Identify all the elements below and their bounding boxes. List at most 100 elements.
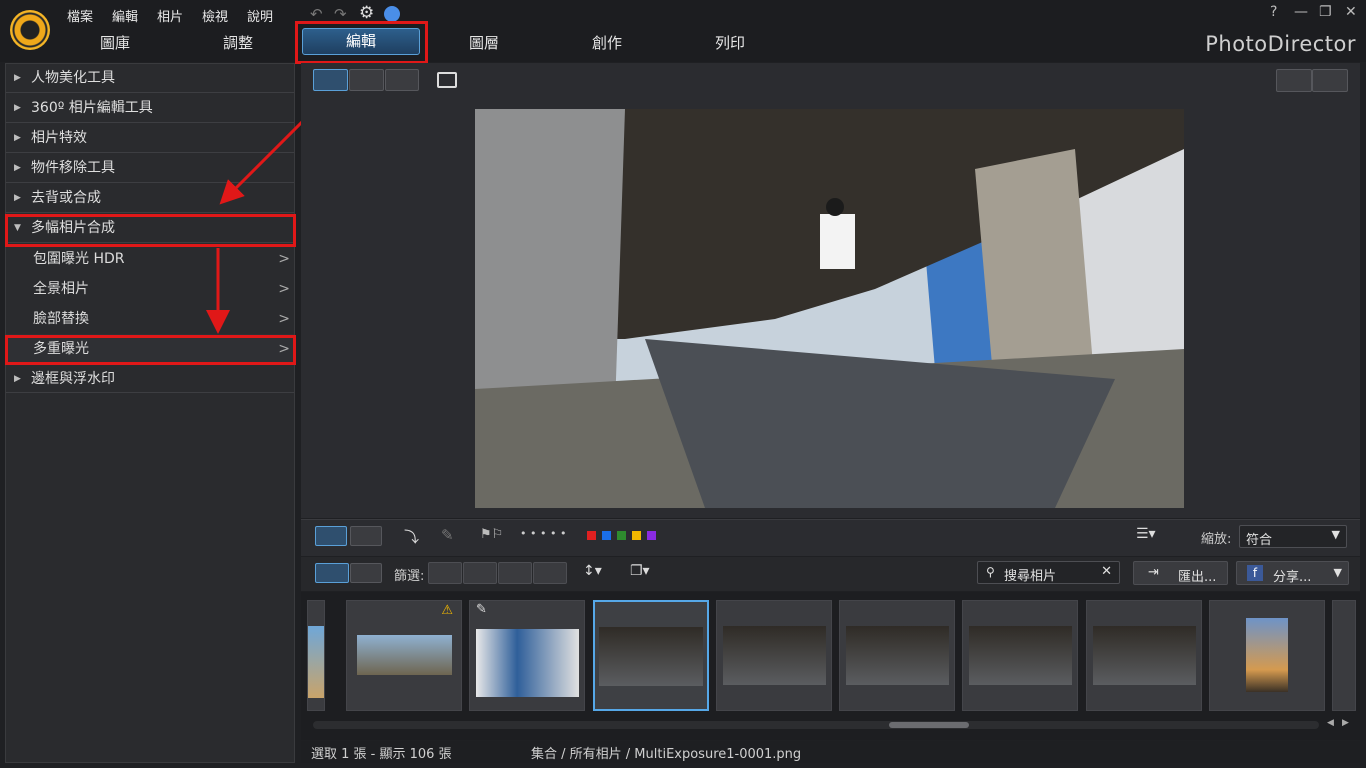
collapse-arrow-icon: ▼ (14, 223, 21, 233)
list-view-icon[interactable] (350, 563, 382, 583)
color-label-yellow[interactable] (632, 531, 641, 540)
minimize-button[interactable]: — (1294, 4, 1308, 20)
scrollbar-thumb[interactable] (889, 722, 969, 728)
export-icon: ⇥ (1148, 565, 1159, 580)
color-label-blue[interactable] (602, 531, 611, 540)
filmstrip-scrollbar[interactable] (313, 721, 1319, 729)
tool-category-effects[interactable]: ▶ 相片特效 (6, 124, 294, 153)
thumbnail[interactable] (839, 600, 955, 711)
thumbnail-selected[interactable] (593, 600, 709, 711)
tool-hdr[interactable]: 包圍曝光 HDR > (6, 244, 294, 274)
expand-arrow-icon: ▶ (14, 103, 21, 113)
scroll-right-icon[interactable]: ▶ (1342, 718, 1349, 728)
export-button[interactable]: ⇥ 匯出... (1133, 561, 1228, 585)
share-label: 分享... (1273, 570, 1312, 585)
main-photo (475, 109, 1184, 508)
tool-multi-exposure[interactable]: 多重曝光 > (6, 334, 294, 364)
selection-count: 選取 1 張 - 顯示 106 張 (311, 747, 452, 762)
zoom-select[interactable]: 符合 ▼ (1239, 525, 1347, 548)
tool-category-cutout[interactable]: ▶ 去背或合成 (6, 184, 294, 213)
settings-gear-icon[interactable]: ⚙ (359, 3, 374, 23)
notification-bell-icon[interactable] (384, 6, 400, 22)
tool-category-frames[interactable]: ▶ 邊框與浮水印 (6, 364, 294, 393)
warning-icon: ⚠ (441, 603, 453, 618)
thumbnail[interactable] (307, 600, 325, 711)
color-label-green[interactable] (617, 531, 626, 540)
search-input[interactable]: ⚲ 搜尋相片 ✕ (977, 561, 1120, 584)
tab-create[interactable]: 創作 (562, 32, 652, 53)
view-grid-icon[interactable] (385, 69, 419, 91)
flag-filter-icon[interactable] (428, 562, 462, 584)
thumbnail[interactable] (962, 600, 1078, 711)
color-label-purple[interactable] (647, 531, 656, 540)
chevron-right-icon: > (278, 341, 290, 357)
thumbnail[interactable]: ⚠ (346, 600, 462, 711)
scroll-left-icon[interactable]: ◀ (1327, 718, 1334, 728)
brand-title: PhotoDirector (1205, 32, 1356, 56)
help-button[interactable]: ? (1270, 4, 1277, 20)
thumbnail[interactable]: ✎ (469, 600, 585, 711)
chevron-right-icon: > (278, 311, 290, 327)
undo-icon[interactable]: ↶ (310, 5, 323, 23)
tool-panorama[interactable]: 全景相片 > (6, 274, 294, 304)
tab-print[interactable]: 列印 (685, 32, 775, 53)
tool-category-beautify[interactable]: ▶ 人物美化工具 (6, 64, 294, 93)
menu-help[interactable]: 說明 (247, 6, 273, 25)
single-view-icon[interactable] (315, 526, 347, 546)
redo-icon[interactable]: ↷ (334, 5, 347, 23)
rotate-icon[interactable]: ⤵ (404, 526, 419, 547)
thumbnail[interactable] (716, 600, 832, 711)
filmstrip-view-icon[interactable] (315, 563, 349, 583)
thumbnail[interactable] (1332, 600, 1356, 711)
menu-file[interactable]: 檔案 (67, 6, 93, 25)
expand-arrow-icon: ▶ (14, 163, 21, 173)
tool-category-360[interactable]: ▶ 360º 相片編輯工具 (6, 94, 294, 123)
zoom-tool-icon[interactable] (1276, 69, 1312, 92)
sort-list-icon[interactable]: ☰▾ (1136, 526, 1156, 542)
color-label-red[interactable] (587, 531, 596, 540)
tab-library[interactable]: 圖庫 (70, 32, 160, 53)
filmstrip: ⚠ ✎ ◀ ▶ (301, 592, 1360, 740)
export-label: 匯出... (1178, 570, 1217, 585)
tab-layers[interactable]: 圖層 (439, 32, 529, 53)
dropdown-arrow-icon[interactable]: ▼ (1334, 566, 1342, 579)
tool-face-swap[interactable]: 臉部替換 > (6, 304, 294, 334)
tool-category-object-removal[interactable]: ▶ 物件移除工具 (6, 154, 294, 183)
menu-view[interactable]: 檢視 (202, 6, 228, 25)
app-logo-icon (10, 10, 50, 50)
hand-tool-icon[interactable] (1312, 69, 1348, 92)
menu-photo[interactable]: 相片 (157, 6, 183, 25)
clear-search-icon[interactable]: ✕ (1101, 564, 1112, 579)
edited-filter-icon[interactable] (498, 562, 532, 584)
more-filter-icon[interactable] (533, 562, 567, 584)
rating-dots[interactable]: • • • • • (520, 527, 566, 540)
sort-icon[interactable]: ↕▾ (583, 563, 602, 579)
close-button[interactable]: ✕ (1345, 4, 1357, 20)
chevron-right-icon: > (278, 281, 290, 297)
tab-edit[interactable]: 編輯 (302, 28, 420, 55)
file-path: 集合 / 所有相片 / MultiExposure1-0001.png (531, 747, 802, 762)
label-filter-icon[interactable] (463, 562, 497, 584)
status-bar: 選取 1 張 - 顯示 106 張 集合 / 所有相片 / MultiExpos… (301, 741, 1360, 763)
tab-adjust[interactable]: 調整 (193, 32, 283, 53)
tool-category-multi-photo[interactable]: ▼ 多幅相片合成 (6, 214, 294, 243)
view-compare-icon[interactable] (349, 69, 384, 91)
share-button[interactable]: f 分享... ▼ (1236, 561, 1349, 585)
flag-icon[interactable]: ⚑⚐ (480, 527, 503, 542)
fullscreen-icon[interactable] (437, 72, 457, 88)
side-by-side-icon[interactable] (350, 526, 382, 546)
chevron-right-icon: > (278, 251, 290, 267)
restore-button[interactable]: ❐ (1319, 4, 1332, 20)
menu-edit[interactable]: 編輯 (112, 6, 138, 25)
thumbnail[interactable] (1209, 600, 1325, 711)
expand-arrow-icon: ▶ (14, 374, 21, 384)
expand-arrow-icon: ▶ (14, 73, 21, 83)
expand-arrow-icon: ▶ (14, 133, 21, 143)
expand-arrow-icon: ▶ (14, 193, 21, 203)
zoom-value: 符合 (1246, 533, 1273, 548)
view-single-icon[interactable] (313, 69, 348, 91)
edit-pen-icon[interactable]: ✎ (441, 526, 454, 544)
stack-icon[interactable]: ❐▾ (630, 563, 650, 579)
thumbnail[interactable] (1086, 600, 1202, 711)
facebook-icon: f (1247, 565, 1263, 581)
